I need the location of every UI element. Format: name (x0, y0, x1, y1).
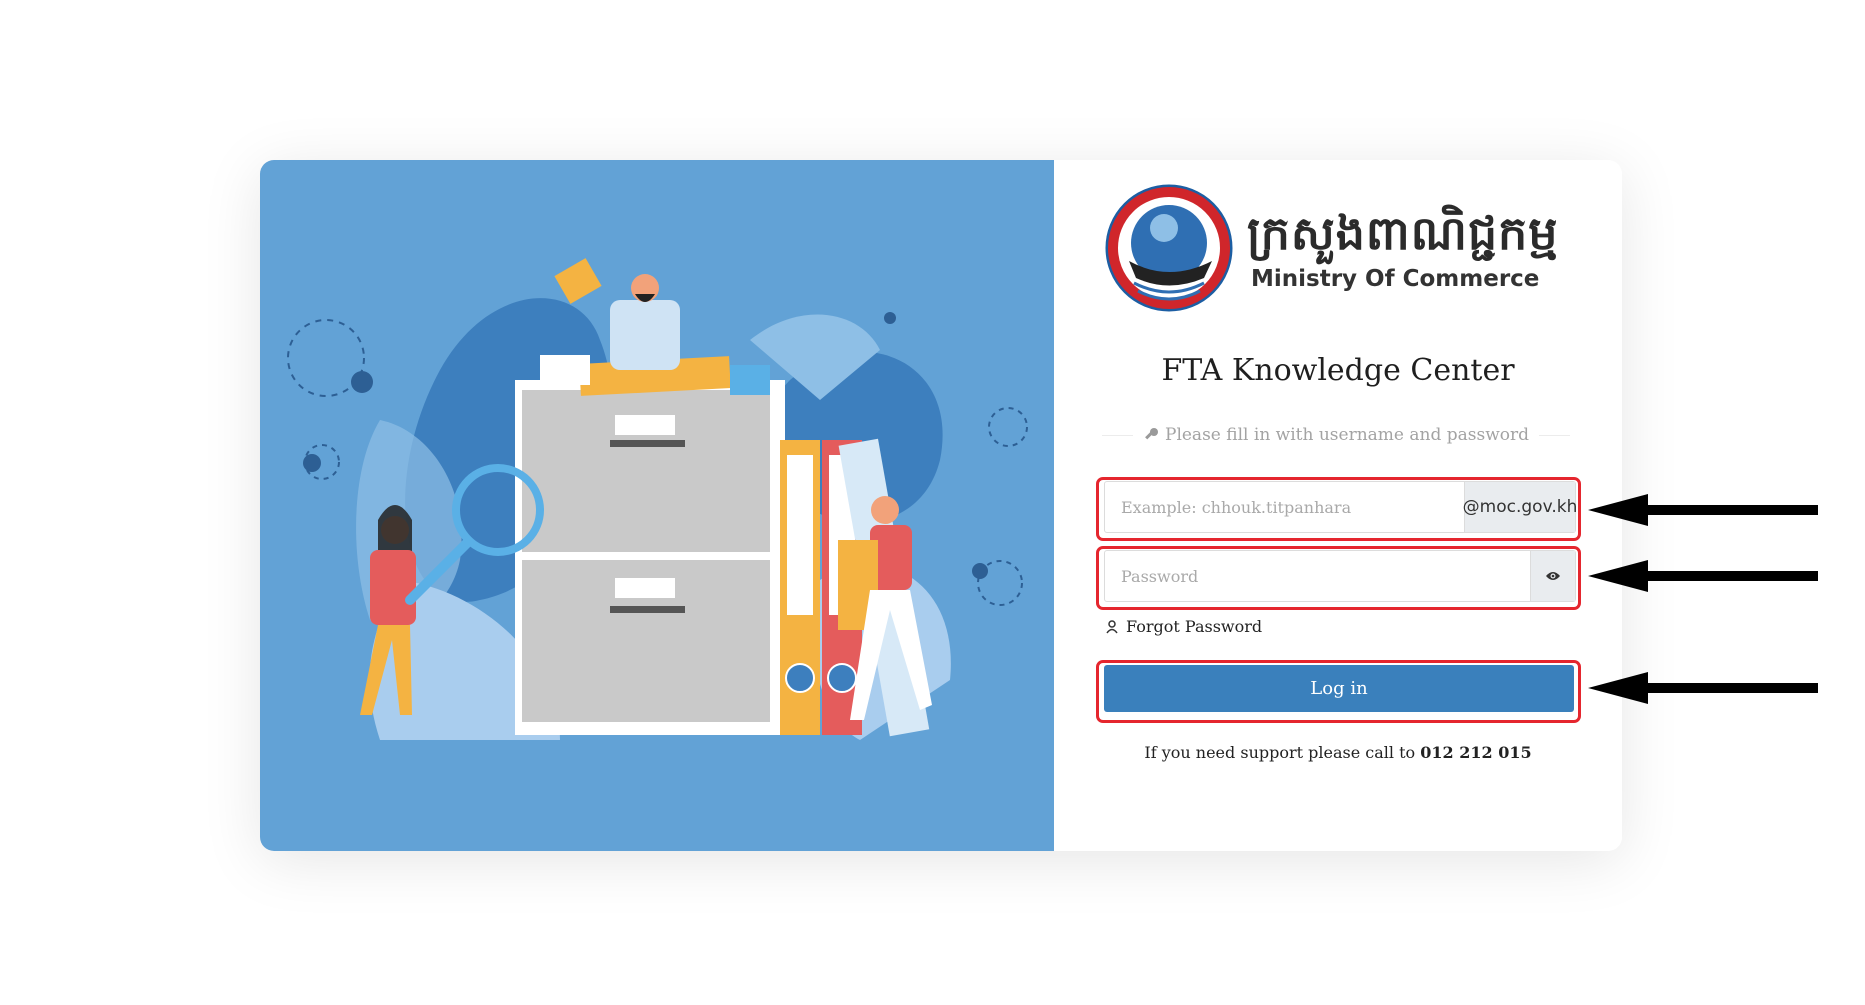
password-input[interactable] (1105, 551, 1530, 601)
key-icon (1145, 428, 1158, 440)
username-field: @moc.gov.kh (1104, 481, 1577, 533)
login-button[interactable]: Log in (1104, 665, 1574, 712)
support-phone: 012 212 015 (1420, 743, 1532, 762)
office-illustration (287, 258, 1028, 740)
login-card: ក្រសួងពាណិជ្ជកម្ម Ministry Of Commerce F… (260, 160, 1622, 851)
forgot-password-link[interactable]: Forgot Password (1106, 617, 1262, 636)
arrow-left-icon (1588, 494, 1818, 526)
toggle-password-visibility[interactable] (1530, 551, 1575, 601)
hint-text-group: Please fill in with username and passwor… (1143, 425, 1529, 445)
password-field (1104, 550, 1576, 602)
form-hint: Please fill in with username and passwor… (1102, 422, 1570, 448)
eye-icon (1546, 572, 1560, 580)
user-icon (1106, 619, 1118, 633)
hint-divider-left (1102, 434, 1133, 436)
ministry-logo: ក្រសួងពាណិជ្ជកម្ម Ministry Of Commerce (1104, 183, 1579, 313)
ministry-name-khmer: ក្រសួងពាណិជ្ជកម្ម (1247, 206, 1559, 260)
forgot-password-label: Forgot Password (1126, 617, 1263, 636)
arrow-left-icon (1588, 560, 1818, 592)
support-text: If you need support please call to (1144, 743, 1416, 762)
page-title: FTA Knowledge Center (1161, 353, 1515, 388)
domain-suffix: @moc.gov.kh (1463, 482, 1577, 532)
ministry-name-english: Ministry Of Commerce (1251, 266, 1540, 292)
hint-divider-right (1539, 434, 1570, 436)
hint-text: Please fill in with username and passwor… (1165, 425, 1529, 445)
illustration-panel (260, 160, 1054, 851)
login-panel: ក្រសួងពាណិជ្ជកម្ម Ministry Of Commerce F… (1054, 160, 1622, 851)
support-info: If you need support please call to 012 2… (1054, 743, 1622, 762)
ministry-seal-icon (1105, 184, 1233, 312)
arrow-left-icon (1588, 672, 1818, 704)
username-input[interactable] (1105, 482, 1464, 532)
